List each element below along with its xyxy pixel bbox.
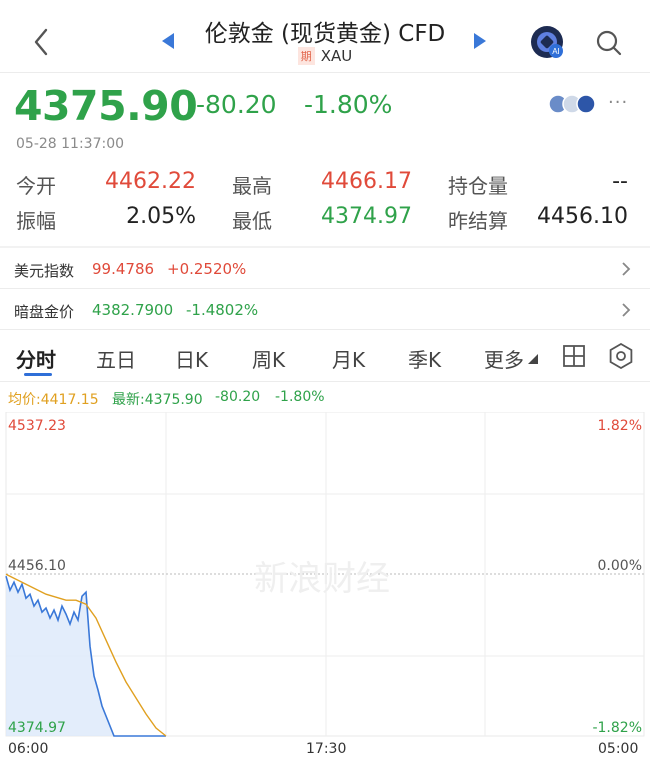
active-tab-indicator — [24, 373, 52, 376]
header-divider — [0, 72, 650, 73]
dark-gold-row[interactable]: 暗盘金价 4382.7900 -1.4802% — [0, 290, 650, 330]
ai-badge-text: AI — [552, 47, 560, 56]
pct-label-bottom: -1.82% — [592, 720, 642, 736]
row-divider — [0, 329, 650, 330]
last-price: 4375.90 — [14, 82, 198, 130]
amplitude-value: 2.05% — [126, 204, 196, 229]
symbol-label: XAU — [320, 47, 353, 65]
pct-label-top: 1.82% — [598, 418, 642, 434]
next-instrument-button[interactable] — [474, 33, 486, 49]
x-tick-start: 06:00 — [8, 741, 49, 757]
row-divider — [0, 288, 650, 289]
y-label-mid: 4456.10 — [8, 558, 66, 574]
y-label-bottom: 4374.97 — [8, 720, 66, 736]
dark-gold-change: -1.4802% — [186, 301, 259, 319]
settings-icon[interactable] — [608, 343, 634, 369]
tab-monthly-k[interactable]: 月K — [332, 344, 365, 373]
avatar — [576, 94, 596, 114]
back-button[interactable] — [28, 22, 56, 62]
quote-timestamp: 05-28 11:37:00 — [16, 136, 125, 152]
previous-instrument-button[interactable] — [162, 33, 174, 49]
pct-label-mid: 0.00% — [598, 558, 642, 574]
dark-gold-label: 暗盘金价 — [14, 303, 75, 321]
high-value: 4466.17 — [321, 169, 412, 194]
open-value: 4462.22 — [105, 169, 196, 194]
legend-latest: 最新:4375.90 — [112, 392, 203, 408]
price-change-percent: -1.80% — [304, 90, 393, 119]
prev-settle-value: 4456.10 — [537, 204, 628, 229]
tab-more[interactable]: 更多 — [484, 344, 524, 373]
tab-five-day[interactable]: 五日 — [96, 344, 136, 373]
intraday-chart[interactable]: 新浪财经 4537.23 4456.10 4374.97 1.82% 0.00%… — [0, 412, 650, 738]
more-options-icon[interactable]: ··· — [608, 92, 628, 113]
tab-daily-k[interactable]: 日K — [175, 344, 208, 373]
stats-divider — [0, 246, 650, 248]
x-tick-end: 05:00 — [598, 741, 639, 757]
search-button[interactable] — [594, 28, 624, 58]
usd-index-row[interactable]: 美元指数 99.4786 +0.2520% — [0, 249, 650, 289]
layout-grid-icon[interactable] — [562, 344, 586, 368]
low-value: 4374.97 — [321, 204, 412, 229]
high-label: 最高 — [232, 174, 272, 198]
discussion-avatars[interactable] — [548, 94, 602, 114]
corner-triangle-icon — [528, 354, 538, 364]
tab-weekly-k[interactable]: 周K — [252, 344, 285, 373]
dark-gold-value: 4382.7900 — [92, 301, 174, 319]
price-change: -80.20 — [196, 90, 277, 119]
usd-index-change: +0.2520% — [167, 260, 247, 278]
tab-quarterly-k[interactable]: 季K — [408, 344, 441, 373]
low-label: 最低 — [232, 209, 272, 233]
prev-settle-label: 昨结算 — [448, 209, 508, 233]
legend-average: 均价:4417.15 — [8, 392, 99, 408]
tab-intraday[interactable]: 分时 — [16, 344, 56, 373]
open-label: 今开 — [16, 174, 56, 198]
ai-assistant-button[interactable]: AI — [530, 25, 564, 59]
watermark: 新浪财经 — [254, 559, 390, 599]
y-label-top: 4537.23 — [8, 418, 66, 434]
x-tick-mid: 17:30 — [306, 741, 347, 757]
legend-change: -80.20 — [215, 389, 261, 405]
futures-badge: 期 — [297, 47, 315, 65]
chevron-right-icon — [622, 262, 631, 276]
instrument-subtitle: 期 XAU — [185, 47, 465, 65]
search-icon — [596, 30, 622, 56]
tabs-divider — [0, 381, 650, 382]
open-interest-value: -- — [612, 169, 628, 194]
usd-index-value: 99.4786 — [92, 260, 155, 278]
legend-percent: -1.80% — [275, 389, 325, 405]
page-title: 伦敦金 (现货黄金) CFD — [204, 21, 446, 47]
open-interest-label: 持仓量 — [448, 174, 508, 198]
chevron-right-icon — [622, 303, 631, 317]
amplitude-label: 振幅 — [16, 209, 56, 233]
usd-index-label: 美元指数 — [14, 262, 75, 280]
chevron-left-icon — [34, 28, 48, 56]
